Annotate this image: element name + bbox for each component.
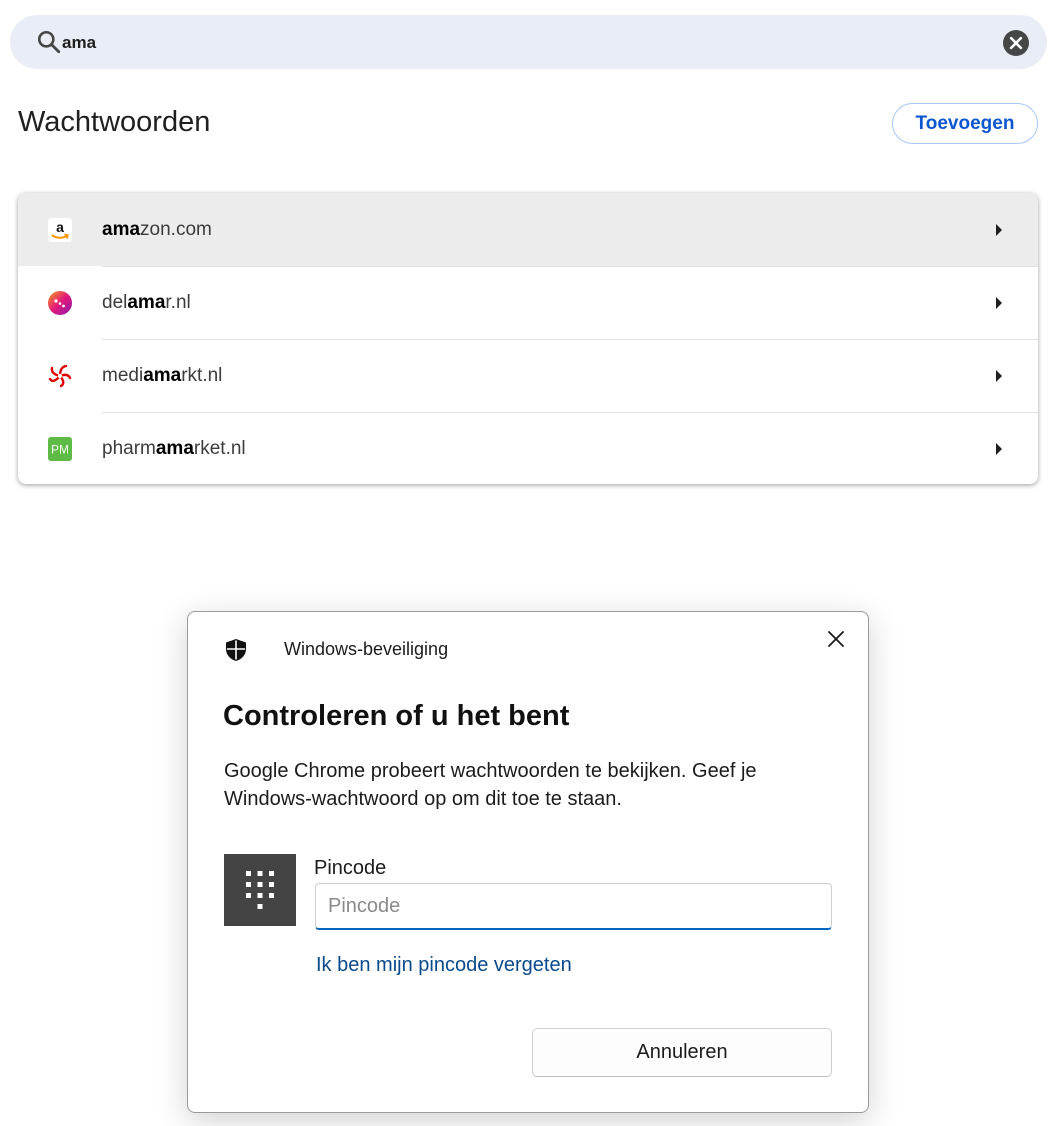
close-icon[interactable] xyxy=(826,629,846,649)
password-site-label: delamar.nl xyxy=(102,292,191,313)
delamar-favicon xyxy=(48,291,72,315)
shield-icon xyxy=(226,639,246,661)
chevron-right-icon xyxy=(996,370,1002,382)
clear-search-icon[interactable] xyxy=(1003,30,1029,56)
row-divider xyxy=(102,266,1038,267)
pin-input[interactable] xyxy=(315,883,832,930)
windows-security-dialog: Windows-beveiliging Controleren of u het… xyxy=(187,611,869,1113)
forgot-pin-link[interactable]: Ik ben mijn pincode vergeten xyxy=(316,954,572,977)
chevron-right-icon xyxy=(996,224,1002,236)
passwords-title: Wachtwoorden xyxy=(18,106,211,138)
dialog-heading: Controleren of u het bent xyxy=(223,700,570,732)
password-row-mediamarkt[interactable]: mediamarkt.nl xyxy=(18,339,1038,412)
search-bar xyxy=(10,15,1047,69)
row-divider xyxy=(102,412,1038,413)
chevron-right-icon xyxy=(996,443,1002,455)
pharmamarket-favicon-text: PM xyxy=(51,443,69,457)
chevron-right-icon xyxy=(996,297,1002,309)
dialog-message: Google Chrome probeert wachtwoorden te b… xyxy=(224,760,757,810)
keypad-icon xyxy=(224,854,296,926)
pharmamarket-favicon: PM xyxy=(48,437,72,461)
password-list: a amazon.com delamar.nl mediamarkt.nl PM… xyxy=(18,193,1038,484)
dialog-app-name: Windows-beveiliging xyxy=(284,639,449,659)
password-site-label: pharmamarket.nl xyxy=(102,438,246,459)
password-row-pharmamarket[interactable]: PM pharmamarket.nl xyxy=(18,412,1038,484)
password-site-label: mediamarkt.nl xyxy=(102,365,223,386)
amazon-favicon-letter: a xyxy=(56,219,64,235)
pin-label: Pincode xyxy=(314,857,387,879)
search-input[interactable] xyxy=(60,27,964,59)
add-password-button[interactable]: Toevoegen xyxy=(892,103,1038,144)
row-divider xyxy=(102,339,1038,340)
password-site-label: amazon.com xyxy=(102,219,212,240)
mediamarkt-favicon xyxy=(48,364,72,388)
cancel-button[interactable]: Annuleren xyxy=(532,1028,832,1077)
amazon-favicon: a xyxy=(48,218,72,242)
password-row-amazon[interactable]: a amazon.com xyxy=(18,193,1038,266)
search-icon xyxy=(37,30,61,54)
password-row-delamar[interactable]: delamar.nl xyxy=(18,266,1038,339)
